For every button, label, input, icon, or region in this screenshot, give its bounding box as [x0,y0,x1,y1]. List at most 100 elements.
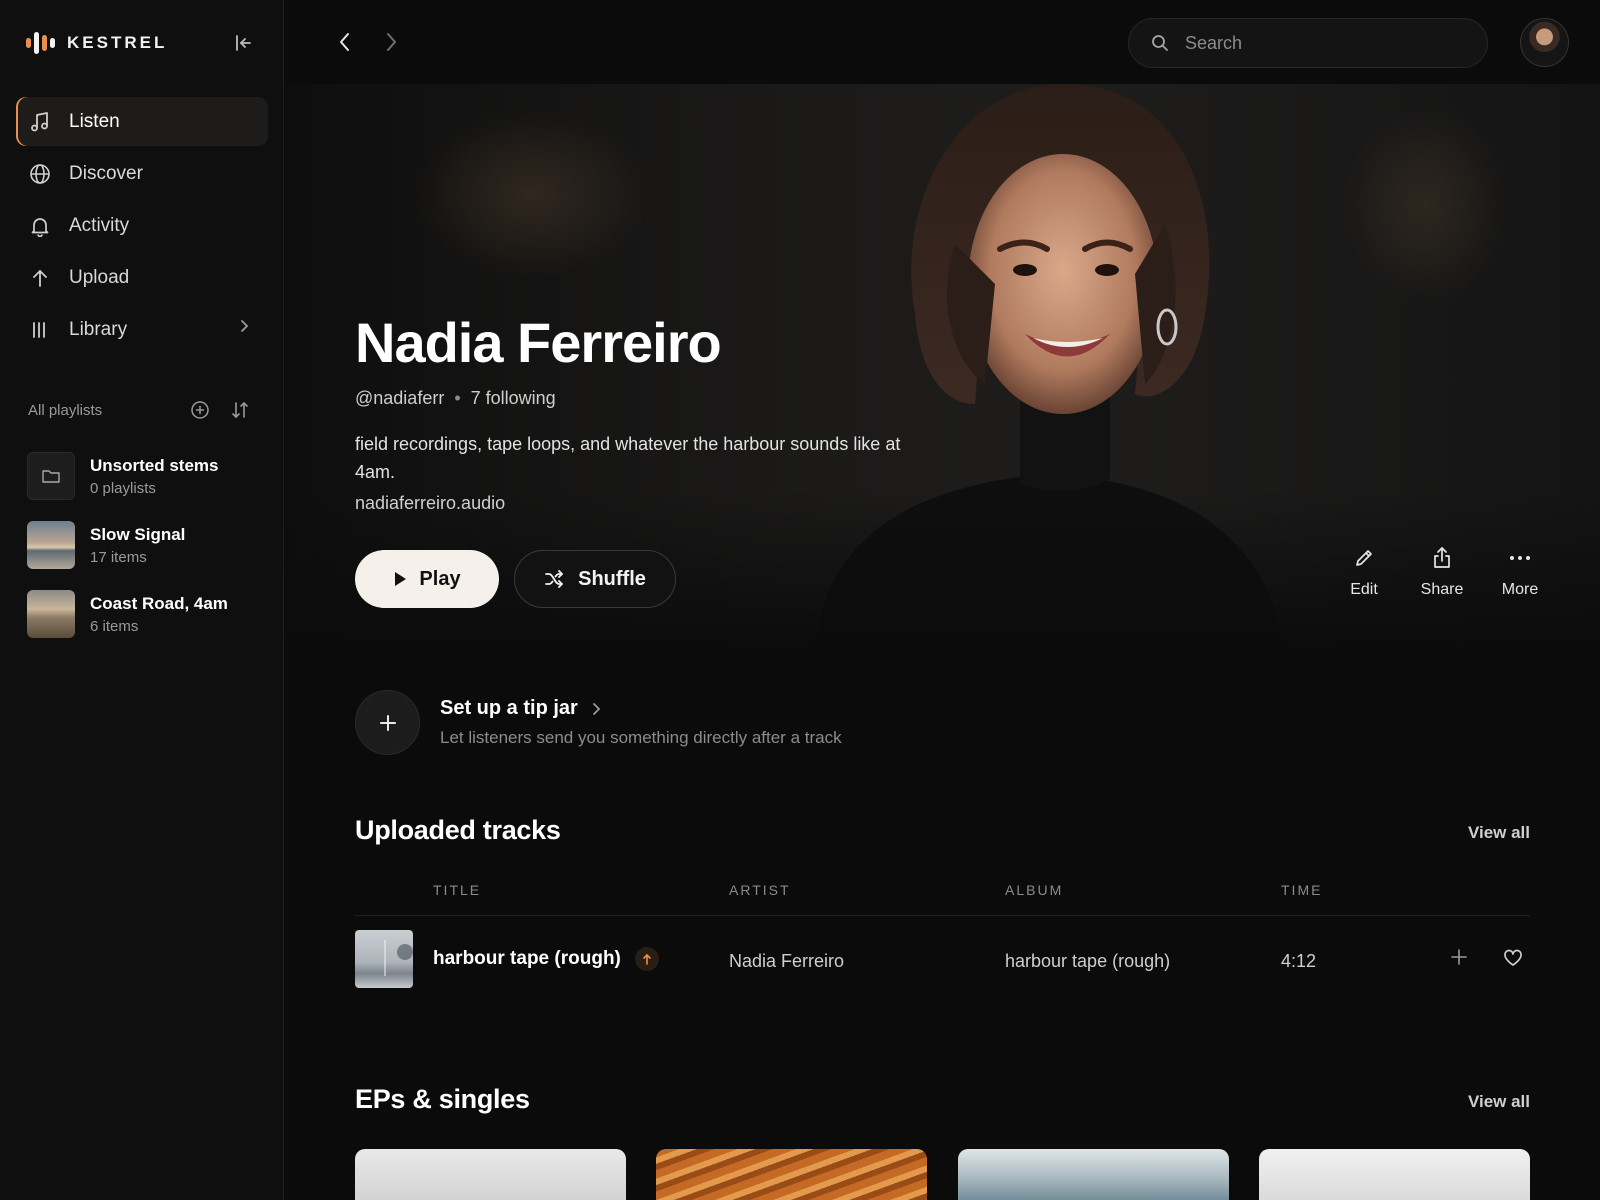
sort-playlists-button[interactable] [230,400,250,425]
search-bar[interactable] [1128,18,1488,68]
track-artist[interactable]: Nadia Ferreiro [729,951,844,972]
playlist-name: Slow Signal [90,524,186,544]
add-to-playlist-button[interactable] [1450,948,1468,971]
like-button[interactable] [1503,949,1523,972]
col-album[interactable]: ALBUM [1005,882,1063,898]
track-album[interactable]: harbour tape (rough) [1005,951,1170,972]
plus-icon [1451,949,1467,965]
eps-singles-title: EPs & singles [355,1084,530,1114]
track-duration: 4:12 [1281,951,1317,971]
library-icon [28,318,52,342]
shuffle-icon [544,570,564,588]
playlist-count: 0 playlists [90,479,156,497]
search-input[interactable] [1185,32,1455,54]
nav-item-library[interactable]: Library [16,305,268,354]
playlist-count: 6 items [90,617,139,635]
forward-button[interactable] [379,29,403,60]
ep-card[interactable] [958,1149,1229,1200]
track-title[interactable]: harbour tape (rough) [433,948,621,970]
logo-bars-icon [26,31,55,55]
share-label: Share [1420,581,1464,598]
brand-name: KESTREL [67,33,168,52]
ep-card[interactable] [1259,1149,1530,1200]
chevron-right-icon [236,318,252,340]
playlist-name: Coast Road, 4am [90,593,228,613]
playlist-name: Unsorted stems [90,455,219,475]
eps-view-all-link[interactable]: View all [1468,1092,1530,1112]
nav-label: Discover [69,162,143,184]
table-row[interactable]: harbour tape (rough) Nadia Ferreiro harb… [355,930,1530,988]
nav-item-discover[interactable]: Discover [16,149,268,198]
edit-button[interactable]: Edit [1325,545,1403,599]
share-icon [1431,545,1453,571]
playlists-title: All playlists [28,401,103,419]
col-title[interactable]: TITLE [433,882,481,898]
uploaded-badge-icon [634,947,659,971]
collapse-sidebar-button[interactable] [230,30,256,56]
play-label: Play [419,567,461,590]
more-dots-icon [1509,545,1531,571]
bell-icon [28,214,52,238]
col-artist[interactable]: ARTIST [729,882,791,898]
profile-name: Nadia Ferreiro [355,311,722,374]
chevron-right-icon [387,33,396,51]
playlist-item-coast-road[interactable]: Coast Road, 4am 6 items [27,590,267,638]
playlist-list: Unsorted stems 0 playlists Slow Signal 1… [27,452,267,659]
chevron-left-icon [340,33,349,51]
col-time[interactable]: TIME [1281,882,1322,898]
brand-logo[interactable]: KESTREL [26,30,167,56]
track-artwork [355,930,413,988]
sidebar: KESTREL Listen Discover Activity Upload … [0,0,284,1200]
nav-label: Upload [69,266,130,288]
search-icon [1151,34,1169,52]
tip-jar-link[interactable]: Set up a tip jar [440,697,602,720]
add-playlist-button[interactable] [190,400,210,425]
nav-item-upload[interactable]: Upload [16,253,268,302]
music-note-icon [28,110,52,134]
user-avatar[interactable] [1520,18,1569,67]
share-button[interactable]: Share [1403,545,1481,599]
chevron-right-icon [590,702,602,716]
playlist-item-unsorted-stems[interactable]: Unsorted stems 0 playlists [27,452,267,500]
playlist-item-slow-signal[interactable]: Slow Signal 17 items [27,521,267,569]
nav-label: Library [69,318,128,340]
arrow-up-icon [28,266,52,290]
pencil-icon [1353,545,1375,571]
heart-icon [1504,949,1522,966]
plus-icon [379,714,396,731]
playlist-cover [27,590,75,638]
play-button[interactable]: Play [355,550,499,608]
ep-card[interactable] [355,1149,626,1200]
nav-label: Activity [69,214,130,236]
app: KESTREL Listen Discover Activity Upload … [0,0,1600,1200]
edit-label: Edit [1350,581,1378,598]
profile-meta: @nadiaferr • 7 following [355,388,556,409]
ep-card[interactable] [656,1149,927,1200]
shuffle-label: Shuffle [578,567,646,590]
globe-icon [28,162,52,186]
following-count[interactable]: 7 following [471,388,556,409]
more-button[interactable]: More [1481,545,1559,599]
back-button[interactable] [333,29,357,60]
nav-item-listen[interactable]: Listen [16,97,268,146]
collapse-sidebar-icon [236,35,251,51]
sort-icon [232,401,248,419]
play-icon [393,571,407,587]
tracks-table-header: TITLE ARTIST ALBUM TIME [355,880,1530,916]
shuffle-button[interactable]: Shuffle [514,550,676,608]
playlist-count: 17 items [90,548,147,566]
more-label: More [1501,581,1539,598]
playlist-cover [27,521,75,569]
uploaded-tracks-title: Uploaded tracks [355,815,561,845]
tip-jar-subtitle: Let listeners send you something directl… [440,728,842,747]
nav-item-activity[interactable]: Activity [16,201,268,250]
profile-actions: Edit Share More [1325,545,1559,599]
tip-jar-add-button[interactable] [355,690,420,755]
nav-label: Listen [69,110,120,132]
profile-handle[interactable]: @nadiaferr [355,388,444,409]
playlists-header: All playlists [28,398,256,422]
profile-website-link[interactable]: nadiaferreiro.audio [355,493,505,514]
tip-jar-title: Set up a tip jar [440,697,578,719]
main-nav: Listen Discover Activity Upload Library [16,97,268,357]
tracks-view-all-link[interactable]: View all [1468,823,1530,843]
